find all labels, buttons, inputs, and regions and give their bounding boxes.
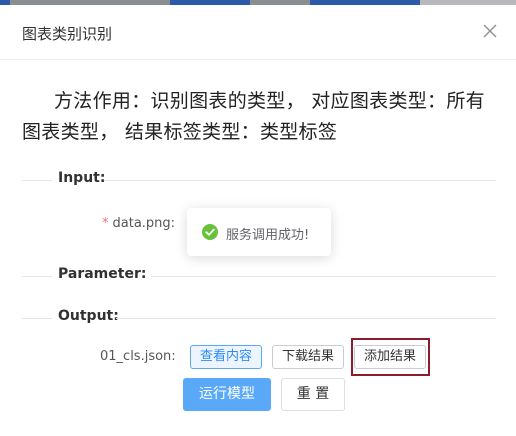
dialog-title: 图表类别识别 bbox=[22, 25, 113, 43]
toast-message: 服务调用成功! bbox=[226, 228, 310, 243]
success-toast: 服务调用成功! bbox=[187, 208, 331, 256]
divider bbox=[104, 180, 496, 181]
divider bbox=[116, 318, 496, 319]
method-description: 方法作用：识别图表的类型， 对应图表类型：所有图表类型， 结果标签类型：类型标签 bbox=[22, 86, 492, 148]
check-circle-icon bbox=[202, 224, 218, 240]
divider bbox=[151, 276, 496, 277]
parameter-section-label: Parameter: bbox=[58, 266, 153, 282]
add-result-button[interactable]: 添加结果 bbox=[354, 345, 426, 369]
method-description-text: 方法作用：识别图表的类型， 对应图表类型：所有图表类型， 结果标签类型：类型标签 bbox=[22, 90, 485, 143]
divider bbox=[22, 276, 52, 277]
input-section-label: Input: bbox=[58, 170, 112, 186]
output-field-label: 01_cls.json: bbox=[100, 349, 176, 364]
divider bbox=[22, 180, 52, 181]
input-field-name: data.png: bbox=[112, 216, 176, 231]
output-section-header: Output: bbox=[22, 308, 496, 328]
download-result-button[interactable]: 下载结果 bbox=[272, 345, 344, 369]
input-section-header: Input: bbox=[22, 170, 496, 190]
reset-button[interactable]: 重 置 bbox=[281, 378, 345, 411]
parameter-section-header: Parameter: bbox=[22, 266, 496, 286]
close-button[interactable] bbox=[478, 19, 502, 43]
close-icon bbox=[483, 24, 497, 38]
output-section-label: Output: bbox=[58, 308, 125, 324]
run-model-button[interactable]: 运行模型 bbox=[183, 378, 271, 411]
input-field-label: * data.png: bbox=[102, 216, 175, 231]
dialog-header: 图表类别识别 bbox=[0, 5, 516, 60]
divider bbox=[22, 318, 52, 319]
view-content-button[interactable]: 查看内容 bbox=[190, 345, 262, 369]
required-mark: * bbox=[102, 216, 109, 231]
